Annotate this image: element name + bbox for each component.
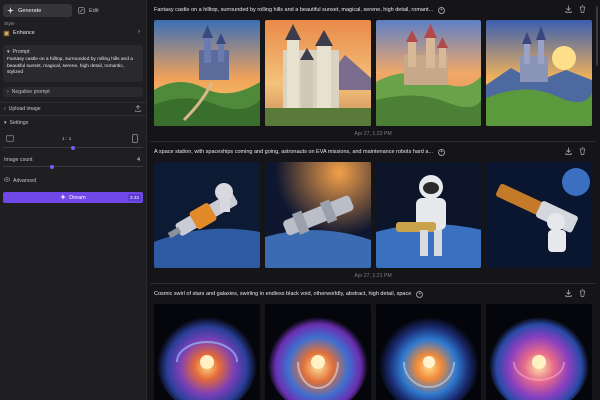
settings-header[interactable]: ▾ Settings [4,118,143,127]
aspect-ratio-portrait-icon[interactable] [5,135,14,144]
prompt-field[interactable]: ▾ Prompt Fantasy castle on a hilltop, su… [3,45,143,82]
divider [0,115,146,116]
image-count-slider-track[interactable] [3,166,143,167]
galaxy-image[interactable] [375,304,482,400]
upload-image-label: Upload image [8,105,41,112]
dream-icon [60,193,67,202]
negative-prompt-toggle[interactable]: › Negative prompt [3,87,143,97]
download-icon[interactable] [565,147,572,155]
eye-icon [4,177,10,184]
add-icon[interactable]: + [438,6,446,14]
space-station-image[interactable] [264,162,371,268]
generation-timestamp: Apr 27, 1:23 PM [354,131,392,137]
divider [150,141,596,142]
sparkle-icon [7,7,14,14]
generation-header: Fantasy castle on a hilltop, surrounded … [154,5,594,15]
edit-icon [78,7,85,14]
trash-icon[interactable] [579,5,586,13]
chevron-down-icon: ▾ [4,119,7,126]
tab-edit[interactable]: Edit [74,4,143,17]
castle-image[interactable] [486,20,592,126]
tab-generate[interactable]: Generate [3,4,72,17]
settings-label: Settings [9,119,29,126]
download-icon[interactable] [565,289,572,297]
aspect-ratio-slider-handle[interactable] [71,145,75,150]
style-label: Style [4,22,15,27]
style-value: Enhance [13,30,35,36]
galaxy-image[interactable] [486,304,592,400]
castle-image[interactable] [154,20,260,126]
prompt-text[interactable]: Fantasy castle on a hilltop, surrounded … [7,57,139,77]
advanced-row[interactable]: Advanced [4,176,143,185]
image-count-slider-handle[interactable] [50,164,54,169]
space-station-image[interactable] [154,162,260,268]
astronaut-image[interactable] [486,162,592,268]
astronaut-image[interactable] [375,162,482,268]
advanced-label: Advanced [13,177,37,184]
dream-button[interactable]: Dream 3.33 [3,192,143,203]
generation-prompt: Cosmic swirl of stars and galaxies, swir… [154,291,412,297]
aspect-ratio-value: 1 : 1 [62,137,72,142]
prompt-title: ▾ Prompt [7,49,30,55]
tab-generate-label: Generate [18,7,42,14]
trash-icon[interactable] [579,147,586,155]
generation-prompt: A space station, with spaceships coming … [154,149,434,155]
castle-image[interactable] [264,20,371,126]
image-count-label: Image count [4,157,33,163]
chevron-right-icon: › [4,105,6,112]
generation-prompt: Fantasy castle on a hilltop, surrounded … [154,7,434,13]
generation-header: Cosmic swirl of stars and galaxies, swir… [154,289,594,299]
sidebar: Generate Edit Style Enhance › ▾ Prompt F… [0,0,147,400]
galaxy-image[interactable] [154,304,260,400]
add-icon[interactable]: + [438,148,446,156]
download-icon[interactable] [565,5,572,13]
chevron-right-icon: › [138,29,140,35]
galaxy-image[interactable] [264,304,371,400]
dream-button-label: Dream [69,194,86,201]
chevron-right-icon: › [7,89,9,95]
image-grid [154,304,592,400]
add-icon[interactable]: + [416,290,424,298]
style-icon [3,30,10,37]
prompt-title-label: Prompt [12,49,30,55]
negative-prompt-label: Negative prompt [11,89,50,95]
image-grid [154,162,592,268]
castle-image[interactable] [375,20,482,126]
divider [150,283,596,284]
aspect-ratio-landscape-icon[interactable] [132,134,138,145]
dream-cost-badge: 3.33 [128,194,141,201]
feed-scrollbar[interactable] [596,6,598,66]
mode-tabs: Generate Edit [3,4,143,17]
divider [0,102,146,103]
trash-icon[interactable] [579,289,586,297]
generation-header: A space station, with spaceships coming … [154,147,594,157]
upload-image-row[interactable]: › Upload image [4,104,143,113]
upload-icon[interactable] [135,105,141,114]
chevron-down-icon: ▾ [7,49,10,55]
tab-edit-label: Edit [89,7,99,14]
style-select[interactable]: Enhance › [3,28,143,38]
image-count-value: 4 [137,157,140,163]
image-grid [154,20,592,126]
generation-timestamp: Apr 27, 1:21 PM [354,273,392,279]
